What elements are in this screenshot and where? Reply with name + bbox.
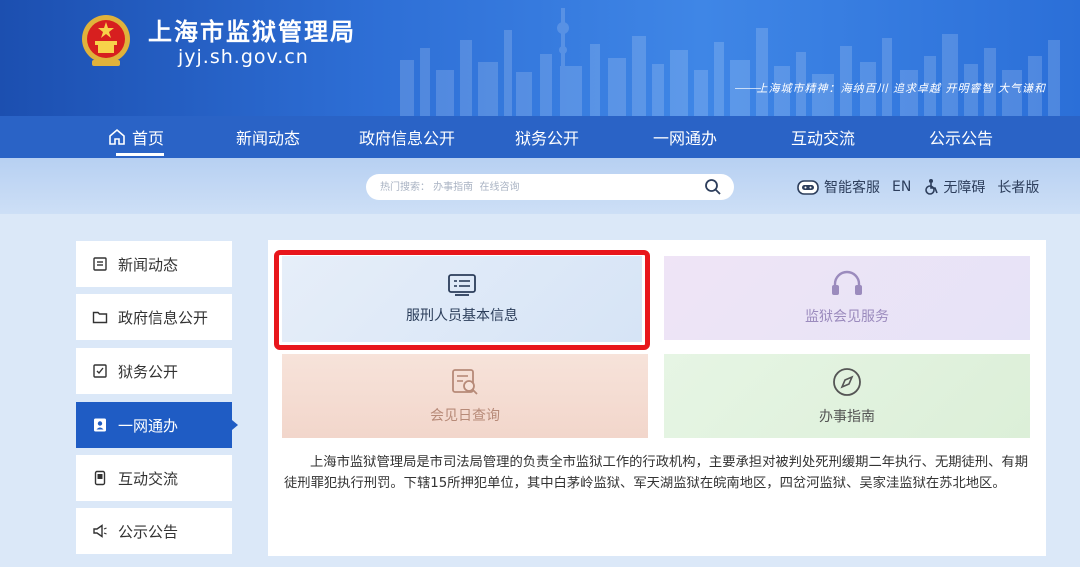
nav-label: 一网通办	[653, 129, 718, 148]
nav-item-prison-affairs[interactable]: 狱务公开	[515, 116, 653, 158]
robot-icon	[797, 180, 819, 195]
sidebar-item-label: 政府信息公开	[118, 308, 209, 327]
smart-assistant-label: 智能客服	[824, 180, 880, 196]
sidebar-item-notices[interactable]: 公示公告	[76, 508, 232, 554]
national-emblem-icon	[82, 15, 130, 66]
search-input[interactable]	[380, 178, 690, 196]
sidebar-item-news[interactable]: 新闻动态	[76, 241, 232, 287]
megaphone-icon	[93, 524, 107, 538]
folder-icon	[92, 311, 108, 324]
nav-label: 互动交流	[791, 129, 856, 148]
header-banner: 上海市监狱管理局 jyj.sh.gov.cn 上海城市精神：海纳百川 追求卓越 …	[0, 0, 1080, 116]
card-label: 监狱会见服务	[805, 309, 889, 325]
nav-item-home[interactable]: 首页	[108, 116, 236, 158]
card-visit-service[interactable]: 监狱会见服务	[664, 256, 1030, 340]
site-title: 上海市监狱管理局	[148, 18, 356, 46]
nav-label: 首页	[132, 129, 165, 148]
card-service-guide[interactable]: 办事指南	[664, 354, 1030, 438]
phone-icon	[94, 470, 106, 486]
toolbar: 智能客服 EN 无障碍 长者版	[796, 176, 1051, 198]
site-url[interactable]: jyj.sh.gov.cn	[178, 46, 309, 68]
smart-assistant-button[interactable]: 智能客服	[796, 177, 880, 197]
nav-item-notices[interactable]: 公示公告	[929, 116, 993, 158]
accessibility-button[interactable]: 无障碍	[923, 177, 985, 197]
sidebar-item-gov-info[interactable]: 政府信息公开	[76, 294, 232, 340]
card-label: 会见日查询	[430, 408, 500, 424]
wheelchair-icon	[925, 179, 939, 195]
sidebar-item-prison-affairs[interactable]: 狱务公开	[76, 348, 232, 394]
nav-label: 政府信息公开	[359, 129, 456, 148]
english-label: EN	[892, 179, 912, 195]
elder-mode-button[interactable]: 长者版	[997, 177, 1039, 197]
home-icon	[109, 128, 125, 145]
sidebar-item-online-service[interactable]: 一网通办	[76, 402, 238, 448]
city-slogan: 上海城市精神：海纳百川 追求卓越 开明睿智 大气谦和	[756, 82, 1046, 95]
elder-mode-label: 长者版	[997, 180, 1040, 196]
calendar-search-icon	[452, 369, 478, 395]
headset-icon	[832, 270, 862, 295]
english-toggle[interactable]: EN	[892, 179, 911, 195]
compass-icon	[833, 368, 861, 396]
sidebar-item-label: 狱务公开	[118, 362, 179, 381]
sidebar-item-interaction[interactable]: 互动交流	[76, 455, 232, 501]
nav-item-gov-info[interactable]: 政府信息公开	[359, 116, 515, 158]
accessibility-label: 无障碍	[943, 180, 986, 196]
nav-label: 狱务公开	[515, 129, 580, 148]
checklist-icon	[93, 364, 107, 378]
person-badge-icon	[94, 418, 106, 432]
nav-item-online-service[interactable]: 一网通办	[653, 116, 791, 158]
search-box	[366, 174, 734, 200]
sidebar-item-label: 一网通办	[118, 416, 179, 435]
card-visit-date-query[interactable]: 会见日查询	[282, 354, 648, 438]
search-icon[interactable]	[704, 178, 722, 196]
bureau-description: 上海市监狱管理局是市司法局管理的负责全市监狱工作的行政机构，主要承担对被判处死刑…	[284, 455, 1029, 491]
nav-label: 公示公告	[929, 129, 994, 148]
card-label: 办事指南	[819, 409, 875, 425]
sidebar-item-label: 公示公告	[118, 522, 179, 541]
highlight-box	[274, 250, 650, 350]
sidebar-item-label: 互动交流	[118, 469, 179, 488]
nav-item-news[interactable]: 新闻动态	[236, 116, 359, 158]
main-nav: 首页 新闻动态 政府信息公开 狱务公开 一网通办 互动交流 公示公告	[0, 116, 1080, 158]
nav-item-interaction[interactable]: 互动交流	[791, 116, 929, 158]
sidebar-item-label: 新闻动态	[118, 255, 179, 274]
newspaper-icon	[93, 257, 107, 271]
nav-label: 新闻动态	[236, 129, 301, 148]
